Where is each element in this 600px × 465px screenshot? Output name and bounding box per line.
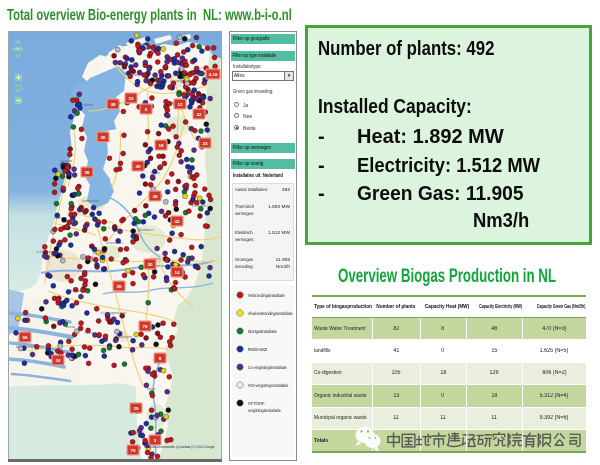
svg-text:30: 30	[100, 135, 106, 140]
svg-text:RWZI/AWZI: RWZI/AWZI	[248, 347, 267, 352]
svg-text:Co-vergistingsinstallatie: Co-vergistingsinstallatie	[248, 365, 288, 370]
svg-text:34: 34	[55, 358, 61, 363]
svg-text:30: 30	[147, 262, 153, 267]
svg-text:23: 23	[128, 96, 134, 101]
svg-text:18: 18	[158, 143, 164, 148]
svg-text:Gebruiksvoorwaarden (c) kadata: Gebruiksvoorwaarden (c) kadata (C) 2010 …	[144, 445, 215, 449]
svg-text:8: 8	[159, 356, 162, 361]
svg-text:35: 35	[116, 284, 122, 289]
svg-text:45: 45	[152, 194, 158, 199]
svg-text:Verbrandingsinstallatie: Verbrandingsinstallatie	[248, 293, 286, 298]
svg-text:56: 56	[22, 335, 28, 340]
svg-text:3: 3	[154, 438, 157, 443]
svg-text:25: 25	[133, 406, 139, 411]
svg-text:42: 42	[174, 219, 180, 224]
svg-text:23: 23	[202, 141, 208, 146]
svg-text:14: 14	[174, 270, 180, 275]
svg-text:Afvalverbrandingsinstallatie: Afvalverbrandingsinstallatie	[248, 311, 294, 316]
svg-text:12: 12	[177, 102, 183, 107]
svg-text:vergistingsinstallatie: vergistingsinstallatie	[248, 408, 282, 413]
svg-text:36: 36	[84, 170, 90, 175]
svg-text:Apeldoorn: Apeldoorn	[138, 228, 154, 232]
svg-text:9: 9	[145, 107, 148, 112]
svg-text:VGI-vergistingsinstallatie: VGI-vergistingsinstallatie	[248, 383, 289, 388]
svg-text:75: 75	[130, 448, 136, 453]
svg-text:42: 42	[196, 112, 202, 117]
svg-text:Stortgasinstallatie: Stortgasinstallatie	[248, 329, 278, 334]
svg-text:4.18: 4.18	[209, 72, 218, 77]
svg-text:40: 40	[135, 164, 141, 169]
svg-text:GFT/ONF-: GFT/ONF-	[248, 401, 266, 406]
svg-text:76: 76	[142, 324, 148, 329]
svg-text:49: 49	[110, 102, 116, 107]
svg-text:Amsterdam: Amsterdam	[82, 199, 100, 203]
